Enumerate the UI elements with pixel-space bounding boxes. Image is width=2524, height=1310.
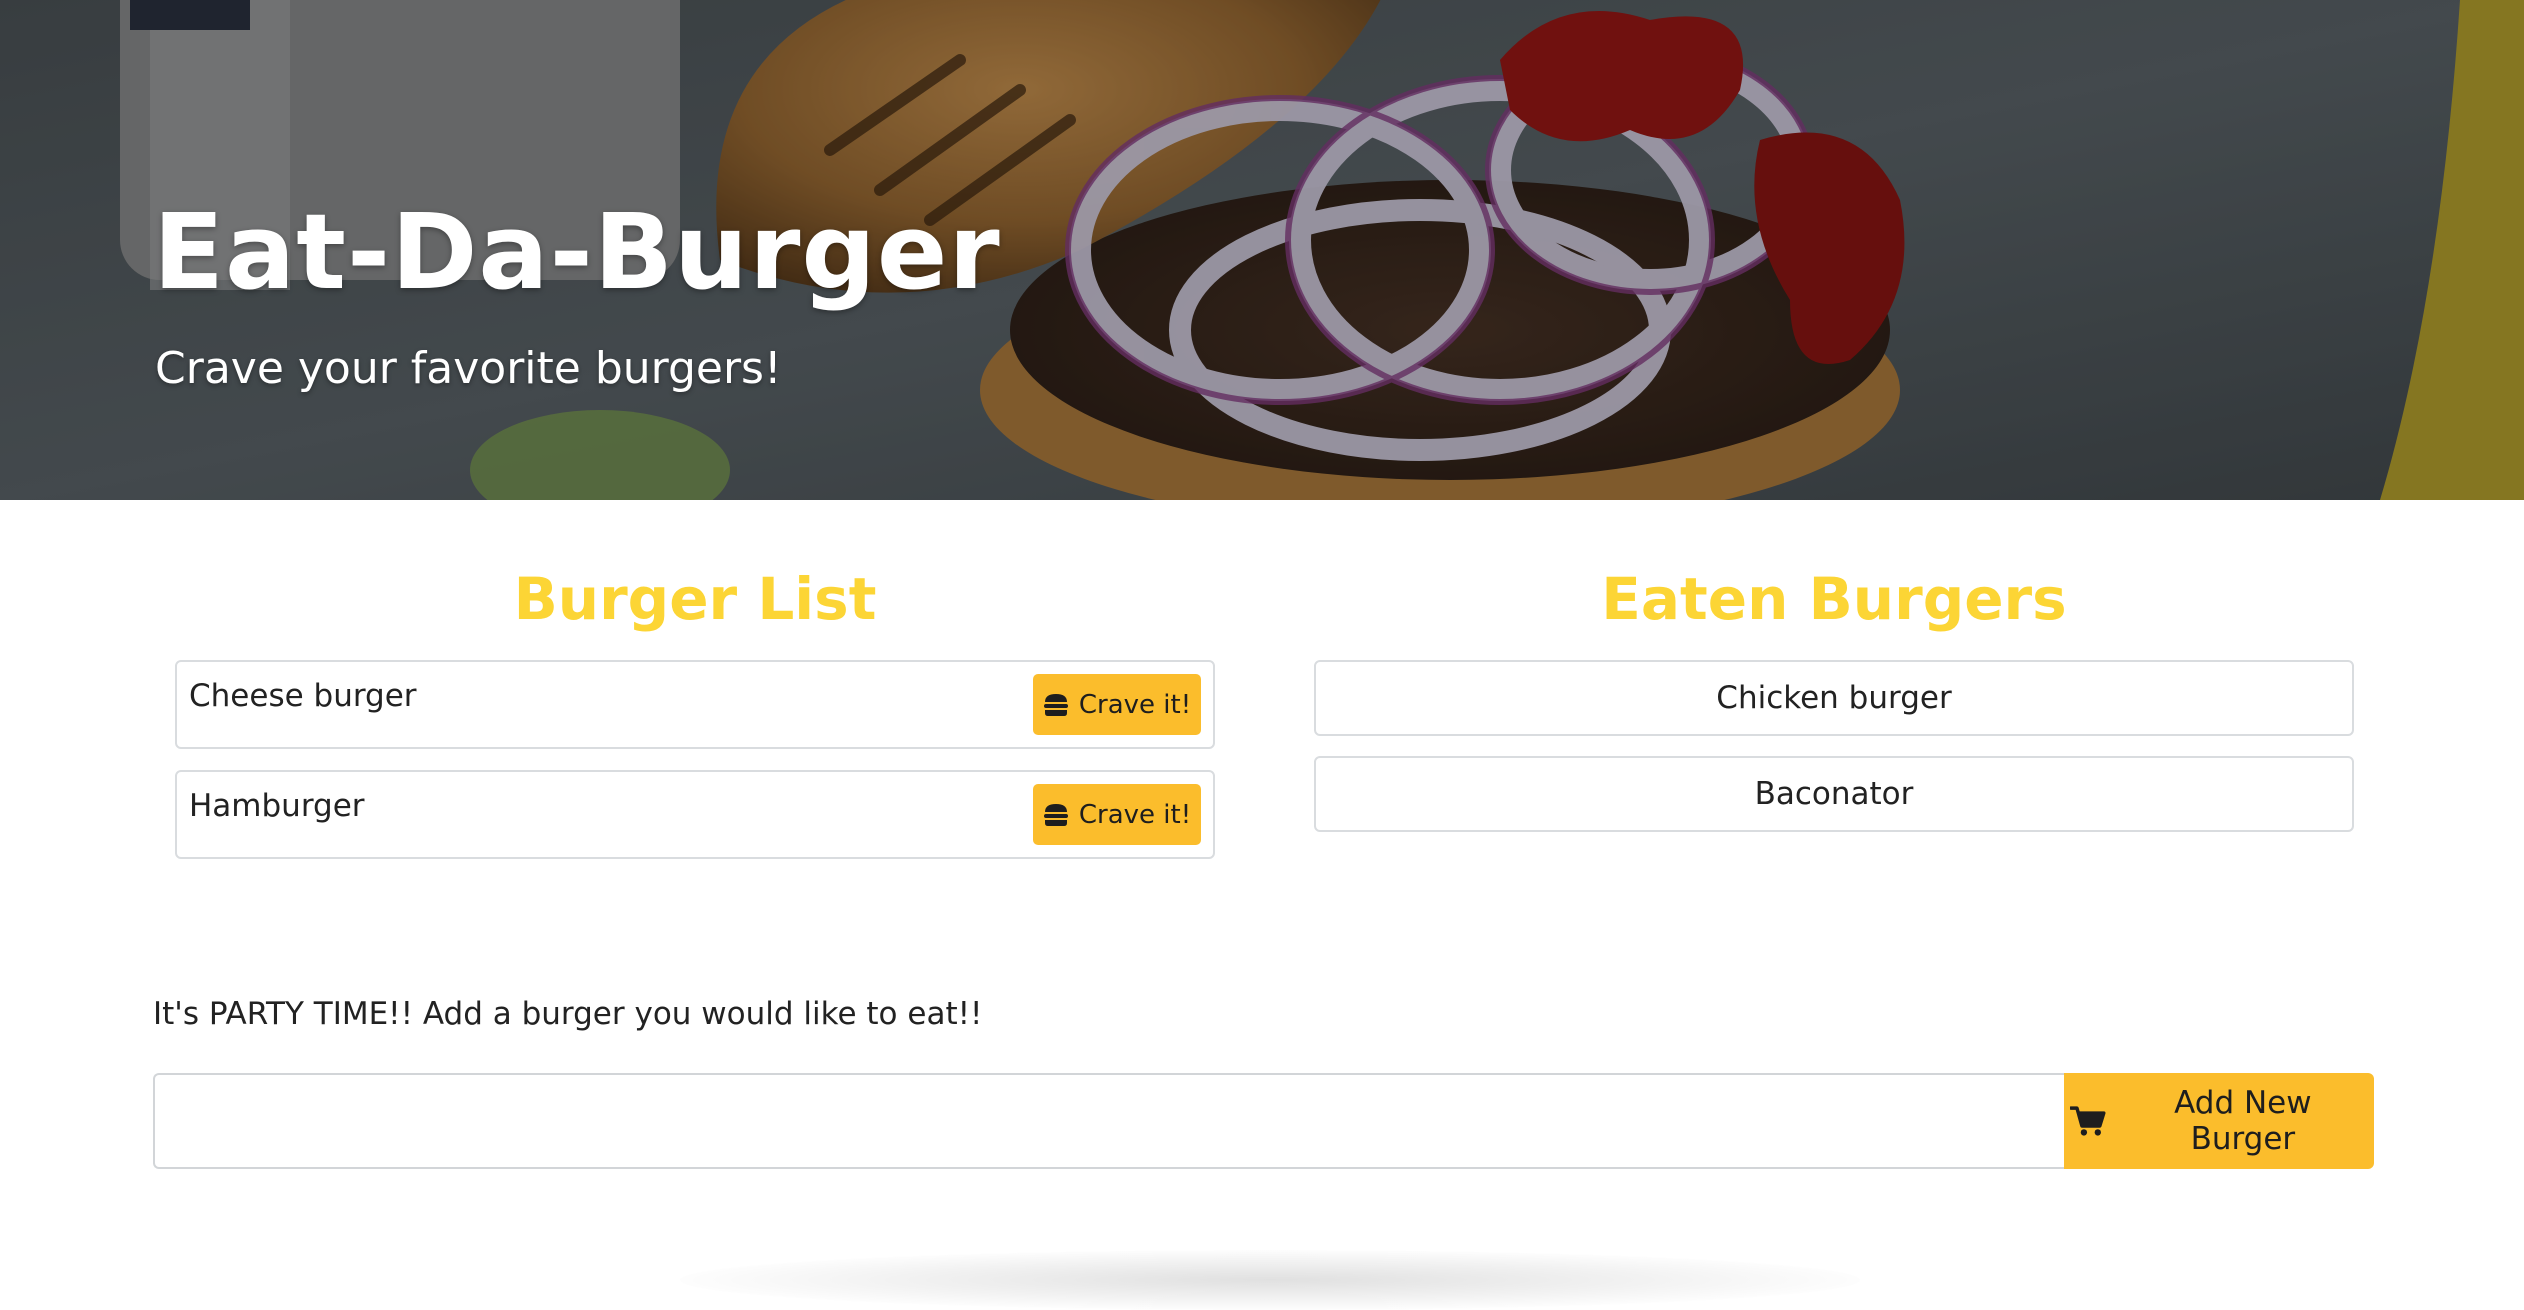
crave-it-button[interactable]: Crave it! (1033, 674, 1201, 735)
burger-list-item: Hamburger Crave it! (175, 770, 1215, 859)
add-new-burger-button[interactable]: Add New Burger (2064, 1073, 2374, 1169)
burger-name-input[interactable] (153, 1073, 2066, 1169)
crave-it-label: Crave it! (1078, 799, 1192, 830)
add-new-burger-label: Add New Burger (2174, 1085, 2312, 1157)
eaten-burgers-heading: Eaten Burgers (1601, 565, 2067, 633)
eaten-burger-item: Baconator (1314, 756, 2354, 832)
crave-it-label: Crave it! (1078, 689, 1192, 720)
burger-list-heading: Burger List (513, 565, 877, 633)
hamburger-icon (1043, 693, 1068, 716)
page-subtitle: Crave your favorite burgers! (155, 343, 782, 394)
burger-list-item: Cheese burger Crave it! (175, 660, 1215, 749)
hamburger-icon (1043, 803, 1068, 826)
burger-name: Cheese burger (189, 678, 417, 714)
page-title: Eat-Da-Burger (153, 191, 1001, 313)
shopping-cart-icon (2070, 1106, 2106, 1136)
burger-name: Hamburger (189, 788, 365, 824)
footer-shadow (680, 1250, 1860, 1310)
crave-it-button[interactable]: Crave it! (1033, 784, 1201, 845)
eaten-burger-item: Chicken burger (1314, 660, 2354, 736)
add-burger-prompt: It's PARTY TIME!! Add a burger you would… (153, 996, 983, 1032)
hero-banner: Eat-Da-Burger Crave your favorite burger… (0, 0, 2524, 500)
